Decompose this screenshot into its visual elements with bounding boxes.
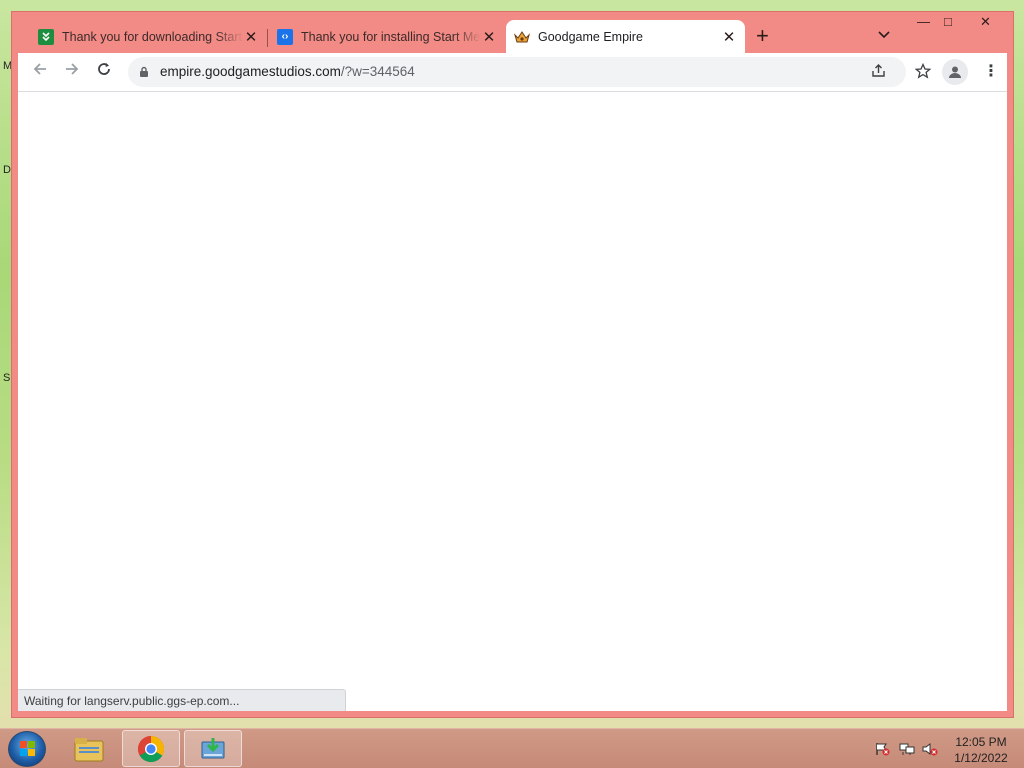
tab-downloading[interactable]: Thank you for downloading Start ✕ bbox=[30, 20, 267, 53]
network-icon[interactable] bbox=[899, 742, 915, 756]
url-host: empire.goodgamestudios.com bbox=[160, 64, 341, 79]
maximize-button[interactable]: □ bbox=[944, 14, 952, 29]
chrome-taskbar-icon[interactable] bbox=[122, 730, 180, 767]
back-arrow-icon[interactable] bbox=[32, 61, 48, 81]
tab-search-chevron-icon[interactable] bbox=[878, 27, 890, 42]
tab-separator bbox=[267, 29, 268, 47]
start-button[interactable] bbox=[8, 731, 46, 767]
tab-title: Thank you for installing Start Me bbox=[301, 29, 481, 44]
forward-arrow-icon[interactable] bbox=[64, 61, 80, 81]
action-center-flag-icon[interactable] bbox=[874, 742, 890, 756]
address-bar[interactable]: empire.goodgamestudios.com/?w=344564 bbox=[128, 57, 906, 87]
tab-installing[interactable]: ‹› Thank you for installing Start Me ✕ bbox=[269, 20, 505, 53]
installer-taskbar-icon[interactable] bbox=[184, 730, 242, 767]
url-path: /?w=344564 bbox=[340, 64, 415, 79]
browser-window: Thank you for downloading Start ✕ ‹› Tha… bbox=[11, 11, 1014, 718]
share-icon[interactable] bbox=[871, 63, 886, 82]
url-text[interactable]: empire.goodgamestudios.com/?w=344564 bbox=[160, 64, 415, 79]
crown-icon bbox=[514, 29, 530, 45]
profile-avatar-icon[interactable] bbox=[942, 59, 968, 85]
status-bubble: Waiting for langserv.public.ggs-ep.com..… bbox=[18, 689, 346, 711]
browser-toolbar: empire.goodgamestudios.com/?w=344564 ⋮ bbox=[18, 53, 1007, 91]
new-tab-button[interactable]: + bbox=[756, 25, 769, 47]
tab-close-icon[interactable]: ✕ bbox=[721, 28, 737, 46]
desktop-icon-label: S bbox=[3, 372, 11, 384]
blue-code-icon: ‹› bbox=[277, 28, 293, 45]
close-window-button[interactable]: ✕ bbox=[980, 14, 991, 30]
kebab-menu-icon[interactable]: ⋮ bbox=[983, 61, 999, 81]
clock-date: 1/12/2022 bbox=[954, 751, 1008, 765]
green-download-icon bbox=[38, 28, 54, 45]
tab-close-icon[interactable]: ✕ bbox=[481, 28, 497, 46]
reload-icon[interactable] bbox=[96, 61, 112, 81]
tab-goodgame-empire[interactable]: Goodgame Empire ✕ bbox=[506, 20, 745, 53]
tab-title: Goodgame Empire bbox=[538, 29, 643, 44]
volume-muted-icon[interactable] bbox=[922, 742, 938, 756]
desktop-icon-label: D bbox=[3, 164, 11, 176]
file-explorer-taskbar-icon[interactable] bbox=[60, 730, 118, 767]
page-content: Waiting for langserv.public.ggs-ep.com..… bbox=[18, 91, 1007, 711]
taskbar: 12:05 PM 1/12/2022 bbox=[0, 728, 1024, 768]
minimize-button[interactable]: — bbox=[917, 14, 930, 29]
lock-icon[interactable] bbox=[139, 65, 149, 77]
tab-close-icon[interactable]: ✕ bbox=[243, 28, 259, 46]
system-clock[interactable]: 12:05 PM 1/12/2022 bbox=[946, 734, 1016, 766]
bookmark-star-icon[interactable] bbox=[914, 62, 932, 83]
tab-strip: Thank you for downloading Start ✕ ‹› Tha… bbox=[12, 12, 1013, 54]
tab-title: Thank you for downloading Start bbox=[62, 29, 242, 44]
clock-time: 12:05 PM bbox=[955, 735, 1007, 749]
